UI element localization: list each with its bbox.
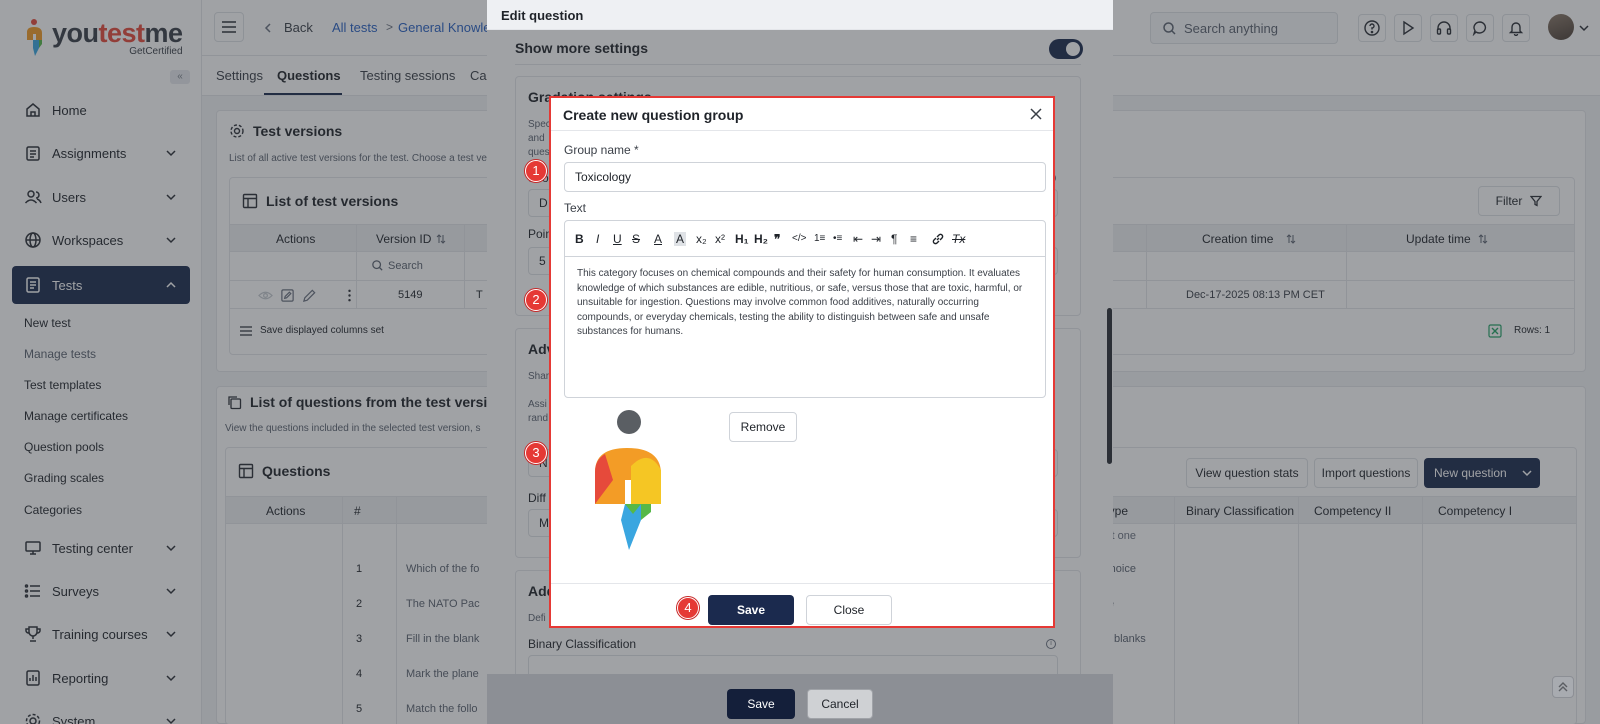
subscript-button[interactable]: x₂	[696, 232, 707, 246]
strikethrough-button[interactable]: S	[632, 232, 640, 246]
step-marker-4: 4	[677, 597, 699, 619]
edit-modal-header: Edit question	[487, 0, 1113, 30]
bullet-list-button[interactable]: •≡	[833, 232, 842, 246]
chevron-up-double-icon	[1558, 682, 1568, 692]
close-icon[interactable]	[1029, 107, 1043, 121]
step-marker-2: 2	[525, 289, 547, 311]
text-label: Text	[564, 201, 587, 215]
divider	[551, 130, 1053, 131]
heading1-button[interactable]: H₁	[735, 232, 749, 246]
dialog-title: Create new question group	[563, 107, 744, 123]
scroll-top-button[interactable]	[1552, 676, 1574, 698]
indent-button[interactable]: ⇥	[871, 232, 881, 246]
text-color-button[interactable]: A	[654, 232, 662, 246]
highlight-button[interactable]: A	[674, 232, 687, 246]
group-name-input[interactable]: Toxicology	[564, 162, 1046, 192]
edit-cancel-button[interactable]: Cancel	[807, 689, 873, 719]
editor-toolbar: B I U S A A x₂ x² H₁ H₂ ❞ </> 1≡ •≡ ⇤ ⇥ …	[565, 221, 1045, 257]
heading2-button[interactable]: H₂	[754, 232, 768, 246]
step-marker-3: 3	[525, 442, 547, 464]
group-name-label: Group name *	[564, 143, 639, 157]
clear-format-button[interactable]: Tx	[952, 232, 965, 246]
step-marker-1: 1	[525, 160, 547, 182]
paragraph-direction-button[interactable]: ¶	[891, 232, 897, 246]
link-icon[interactable]	[931, 232, 945, 246]
edit-modal-scrollbar[interactable]	[1107, 308, 1112, 464]
divider	[551, 583, 1053, 584]
dialog-save-button[interactable]: Save	[708, 595, 794, 625]
align-button[interactable]: ≡	[910, 232, 917, 246]
superscript-button[interactable]: x²	[715, 232, 725, 246]
italic-button[interactable]: I	[596, 232, 599, 246]
bold-button[interactable]: B	[575, 232, 584, 246]
remove-image-button[interactable]: Remove	[729, 412, 797, 442]
underline-button[interactable]: U	[613, 232, 622, 246]
edit-modal-title: Edit question	[501, 8, 584, 23]
app-root: youtestme GetCertified « Home Assignment…	[0, 0, 1600, 724]
create-question-group-dialog: Create new question group Group name * T…	[549, 96, 1055, 628]
outdent-button[interactable]: ⇤	[853, 232, 863, 246]
editor-content[interactable]: This category focuses on chemical compou…	[577, 267, 1033, 340]
edit-modal-footer-dimmed: Save Cancel	[487, 674, 1113, 724]
dialog-close-button[interactable]: Close	[806, 595, 892, 625]
ordered-list-button[interactable]: 1≡	[814, 232, 825, 246]
group-image-logo-icon	[595, 410, 661, 550]
edit-save-button[interactable]: Save	[727, 689, 795, 719]
code-button[interactable]: </>	[792, 232, 806, 246]
quote-button[interactable]: ❞	[774, 232, 780, 246]
rich-text-editor[interactable]: B I U S A A x₂ x² H₁ H₂ ❞ </> 1≡ •≡ ⇤ ⇥ …	[564, 220, 1046, 398]
